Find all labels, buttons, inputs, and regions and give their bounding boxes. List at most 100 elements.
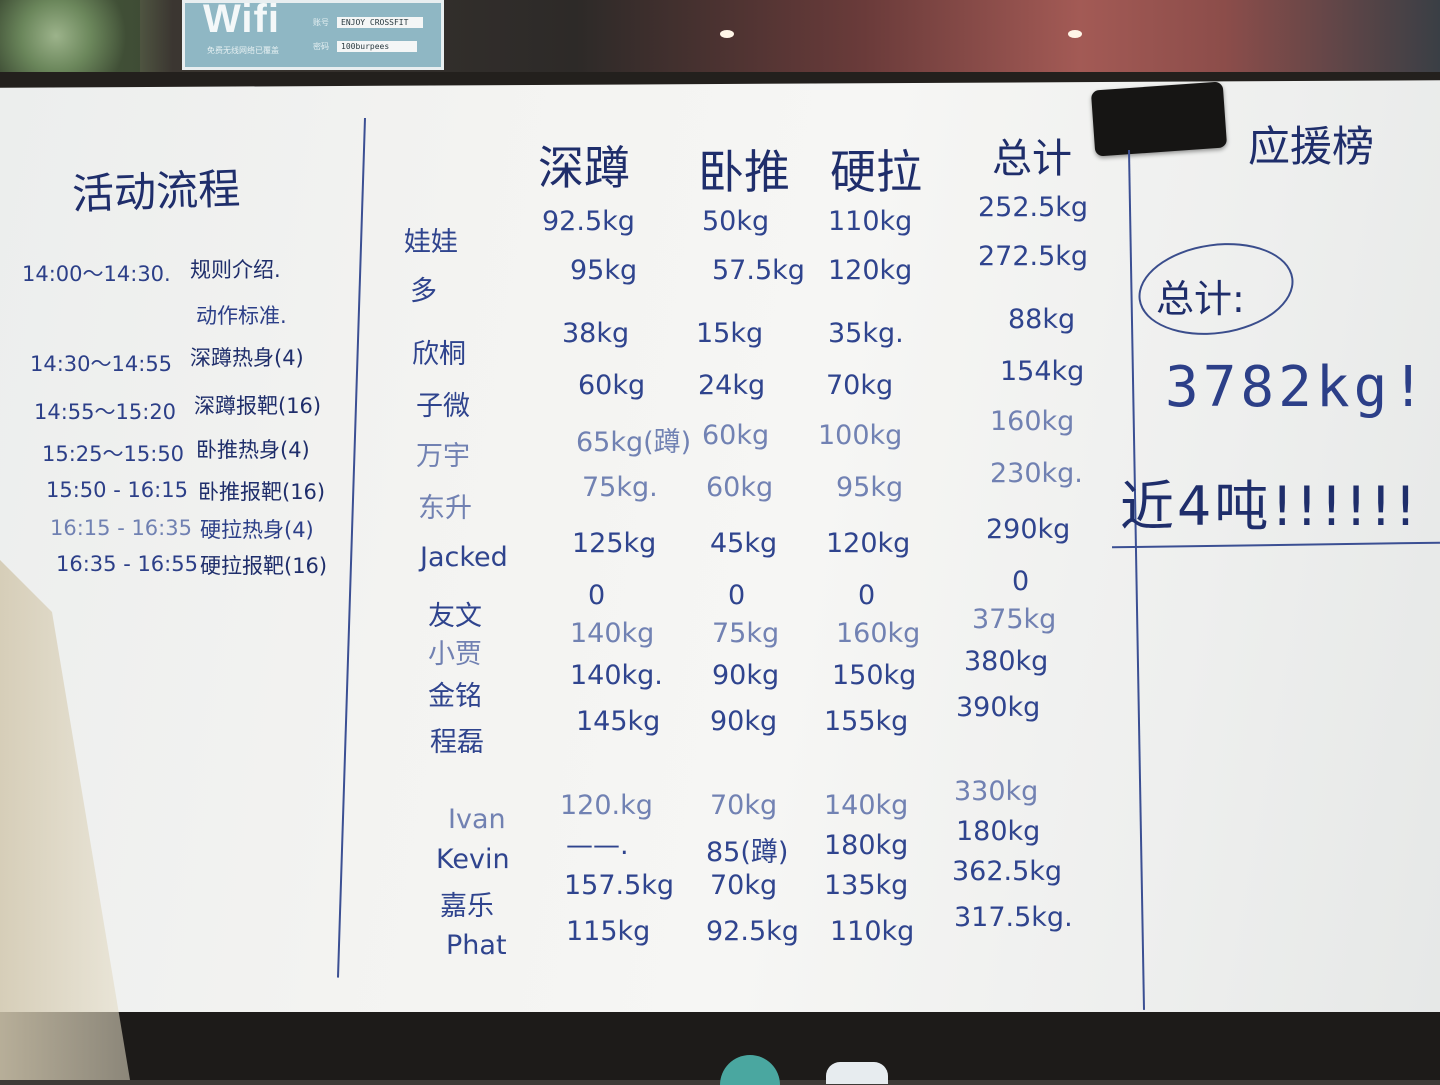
bench-value: 60kg xyxy=(702,420,770,451)
schedule-time: 14:30～14:55 xyxy=(30,352,173,376)
bench-value: 57.5kg xyxy=(712,255,805,286)
deadlift-value: 140kg xyxy=(824,790,909,821)
bench-value: 90kg xyxy=(710,706,778,737)
athlete-name: Ivan xyxy=(448,804,506,835)
deadlift-value: 110kg xyxy=(828,206,913,237)
total-value: 290kg xyxy=(986,514,1071,545)
wifi-subtitle: 免费无线网络已覆盖 xyxy=(207,46,279,55)
bench-value: 0 xyxy=(728,580,746,611)
athlete-name: 子微 xyxy=(416,391,470,422)
total-value: 252.5kg xyxy=(978,192,1089,223)
schedule-time: 15:50 - 16:15 xyxy=(46,478,188,502)
deadlift-value: 0 xyxy=(858,580,876,611)
athlete-name: 东升 xyxy=(418,493,472,524)
athlete-name: Jacked xyxy=(420,542,508,573)
squat-value: 140kg xyxy=(570,618,655,649)
deadlift-value: 70kg xyxy=(826,370,894,401)
ceiling-light xyxy=(720,30,734,38)
total-value: 362.5kg xyxy=(952,856,1063,887)
cheer-total-label: 总计: xyxy=(1156,277,1245,321)
total-value: 330kg xyxy=(954,776,1039,807)
header-total: 总计 xyxy=(992,136,1072,182)
wifi-password: 100burpees xyxy=(337,41,417,52)
athlete-name: 金铭 xyxy=(428,681,482,712)
header-deadlift: 硬拉 xyxy=(830,145,922,199)
schedule-event: 规则介绍. xyxy=(190,258,281,282)
bench-value: 70kg xyxy=(710,870,778,901)
total-value: 88kg xyxy=(1008,304,1076,335)
cheer-title: 应援榜 xyxy=(1248,122,1375,171)
bench-value: 24kg xyxy=(698,370,766,401)
schedule-time: 16:15 - 16:35 xyxy=(50,516,192,540)
squat-value: 95kg xyxy=(570,255,638,286)
athlete-name: 万宇 xyxy=(416,441,470,472)
squat-value: 157.5kg xyxy=(564,870,675,901)
athlete-name: 小贾 xyxy=(428,639,482,670)
squat-value: 125kg xyxy=(572,528,657,559)
total-value: 0 xyxy=(1012,566,1030,597)
squat-value: 38kg xyxy=(562,318,630,349)
schedule-event: 深蹲热身(4) xyxy=(190,346,304,370)
schedule-event: 动作标准. xyxy=(196,304,287,328)
cheer-tons: 近4吨!!!!!! xyxy=(1120,475,1420,538)
schedule-time: 14:55～15:20 xyxy=(34,400,177,424)
bench-value: 15kg xyxy=(696,318,764,349)
schedule-title: 活动流程 xyxy=(71,164,241,219)
schedule-event: 卧推报靶(16) xyxy=(198,480,326,504)
bench-value: 60kg xyxy=(706,472,774,503)
deadlift-value: 150kg xyxy=(832,660,917,691)
deadlift-value: 180kg xyxy=(824,830,909,861)
deadlift-value: 110kg xyxy=(830,916,915,947)
wifi-ssid-label: 账号 xyxy=(313,18,329,27)
athlete-name: 娃娃 xyxy=(404,227,458,258)
athlete-name: 友文 xyxy=(428,601,482,632)
schedule-event: 深蹲报靶(16) xyxy=(194,394,322,418)
schedule-event: 硬拉热身(4) xyxy=(200,518,314,542)
squat-value: ——. xyxy=(566,830,629,861)
schedule-time: 16:35 - 16:55 xyxy=(56,552,198,576)
athlete-name: Kevin xyxy=(436,844,510,875)
athlete-name: 多 xyxy=(410,276,437,307)
squat-value: 60kg xyxy=(578,370,646,401)
wifi-password-label: 密码 xyxy=(313,42,329,51)
bench-value: 70kg xyxy=(710,790,778,821)
deadlift-value: 135kg xyxy=(824,870,909,901)
squat-value: 65kg(蹲) xyxy=(576,427,692,458)
athlete-name: 欣桐 xyxy=(412,339,466,370)
schedule-event: 硬拉报靶(16) xyxy=(200,554,328,578)
bench-value: 92.5kg xyxy=(706,916,799,947)
bench-value: 50kg xyxy=(702,206,770,237)
total-value: 230kg. xyxy=(990,458,1083,489)
squat-value: 75kg. xyxy=(582,472,658,503)
whiteboard-rail xyxy=(0,1012,1440,1080)
deadlift-value: 95kg xyxy=(836,472,904,503)
athlete-name: 嘉乐 xyxy=(440,891,494,922)
schedule-event: 卧推热身(4) xyxy=(196,438,310,462)
total-value: 180kg xyxy=(956,816,1041,847)
deadlift-value: 35kg. xyxy=(828,318,904,349)
cheer-total-value: 3782kg!!! xyxy=(1165,355,1440,420)
ceiling-light xyxy=(1068,30,1082,38)
bench-value: 75kg xyxy=(712,618,780,649)
total-value: 390kg xyxy=(956,692,1041,723)
total-value: 272.5kg xyxy=(978,241,1089,272)
schedule-time: 15:25～15:50 xyxy=(42,442,185,466)
bench-value: 90kg xyxy=(712,660,780,691)
squat-value: 115kg xyxy=(566,916,651,947)
header-squat: 深蹲 xyxy=(538,141,630,195)
total-value: 375kg xyxy=(972,604,1057,635)
deadlift-value: 120kg xyxy=(828,255,913,286)
bottle-cap xyxy=(826,1062,888,1084)
bench-value: 45kg xyxy=(710,528,778,559)
total-value: 380kg xyxy=(964,646,1049,677)
header-bench: 卧推 xyxy=(698,145,790,199)
whiteboard-eraser xyxy=(1090,81,1228,157)
wifi-ssid: ENJOY CROSSFIT xyxy=(337,17,423,28)
total-value: 317.5kg. xyxy=(954,902,1073,933)
deadlift-value: 155kg xyxy=(824,706,909,737)
athlete-name: Phat xyxy=(446,930,507,961)
squat-value: 0 xyxy=(588,580,606,611)
bench-value: 85(蹲) xyxy=(706,837,789,868)
athlete-name: 程磊 xyxy=(430,727,484,758)
squat-value: 120.kg xyxy=(560,790,653,821)
